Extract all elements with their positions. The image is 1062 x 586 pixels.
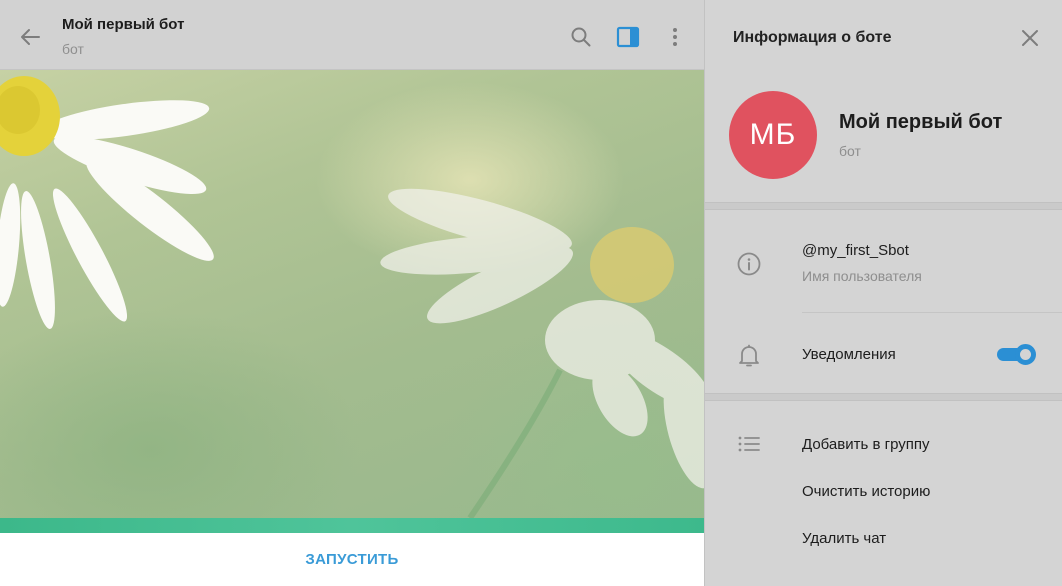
close-button[interactable] bbox=[1016, 24, 1044, 52]
panel-title: Информация о боте bbox=[733, 29, 892, 46]
sidebar-toggle-button[interactable] bbox=[613, 22, 643, 52]
add-to-group-button[interactable]: Добавить в группу bbox=[802, 436, 930, 453]
notifications-toggle[interactable] bbox=[997, 344, 1036, 365]
clear-history-button[interactable]: Очистить историю bbox=[802, 483, 930, 500]
search-button[interactable] bbox=[566, 22, 596, 52]
delete-chat-button[interactable]: Удалить чат bbox=[802, 530, 886, 547]
bot-type: бот bbox=[839, 143, 861, 159]
sidebar-toggle-icon bbox=[616, 26, 640, 48]
bell-icon-wrap bbox=[735, 342, 763, 370]
list-icon bbox=[738, 436, 760, 452]
avatar[interactable]: МБ bbox=[729, 91, 817, 179]
section-divider bbox=[705, 202, 1062, 210]
bot-info-panel: Информация о боте МБ Мой первый бот бот … bbox=[704, 0, 1062, 586]
bot-name: Мой первый бот bbox=[839, 111, 1003, 133]
more-vertical-icon bbox=[673, 28, 677, 46]
username[interactable]: @my_first_Sbot bbox=[802, 242, 909, 259]
chat-input-strip bbox=[0, 518, 704, 533]
toggle-knob bbox=[1015, 344, 1036, 365]
daisy-wallpaper bbox=[0, 76, 704, 518]
notifications-label: Уведомления bbox=[802, 346, 896, 363]
bell-icon bbox=[739, 344, 759, 367]
chat-header: Мой первый бот бот bbox=[0, 0, 704, 70]
close-icon bbox=[1022, 30, 1038, 46]
info-icon bbox=[737, 252, 761, 276]
more-button[interactable] bbox=[660, 22, 690, 52]
start-button[interactable]: ЗАПУСТИТЬ bbox=[0, 533, 704, 586]
row-divider bbox=[802, 312, 1062, 313]
info-icon-wrap bbox=[735, 250, 763, 278]
chat-area: Мой первый бот бот ЗАПУСТИТЬ bbox=[0, 0, 704, 586]
list-icon-wrap bbox=[735, 430, 763, 458]
chat-background bbox=[0, 70, 704, 518]
search-icon bbox=[571, 27, 591, 47]
section-divider bbox=[705, 393, 1062, 401]
chat-title[interactable]: Мой первый бот bbox=[62, 16, 184, 33]
back-button[interactable] bbox=[14, 22, 46, 52]
username-label: Имя пользователя bbox=[802, 268, 922, 284]
chat-subtitle: бот bbox=[62, 41, 84, 57]
back-arrow-icon bbox=[21, 29, 40, 45]
